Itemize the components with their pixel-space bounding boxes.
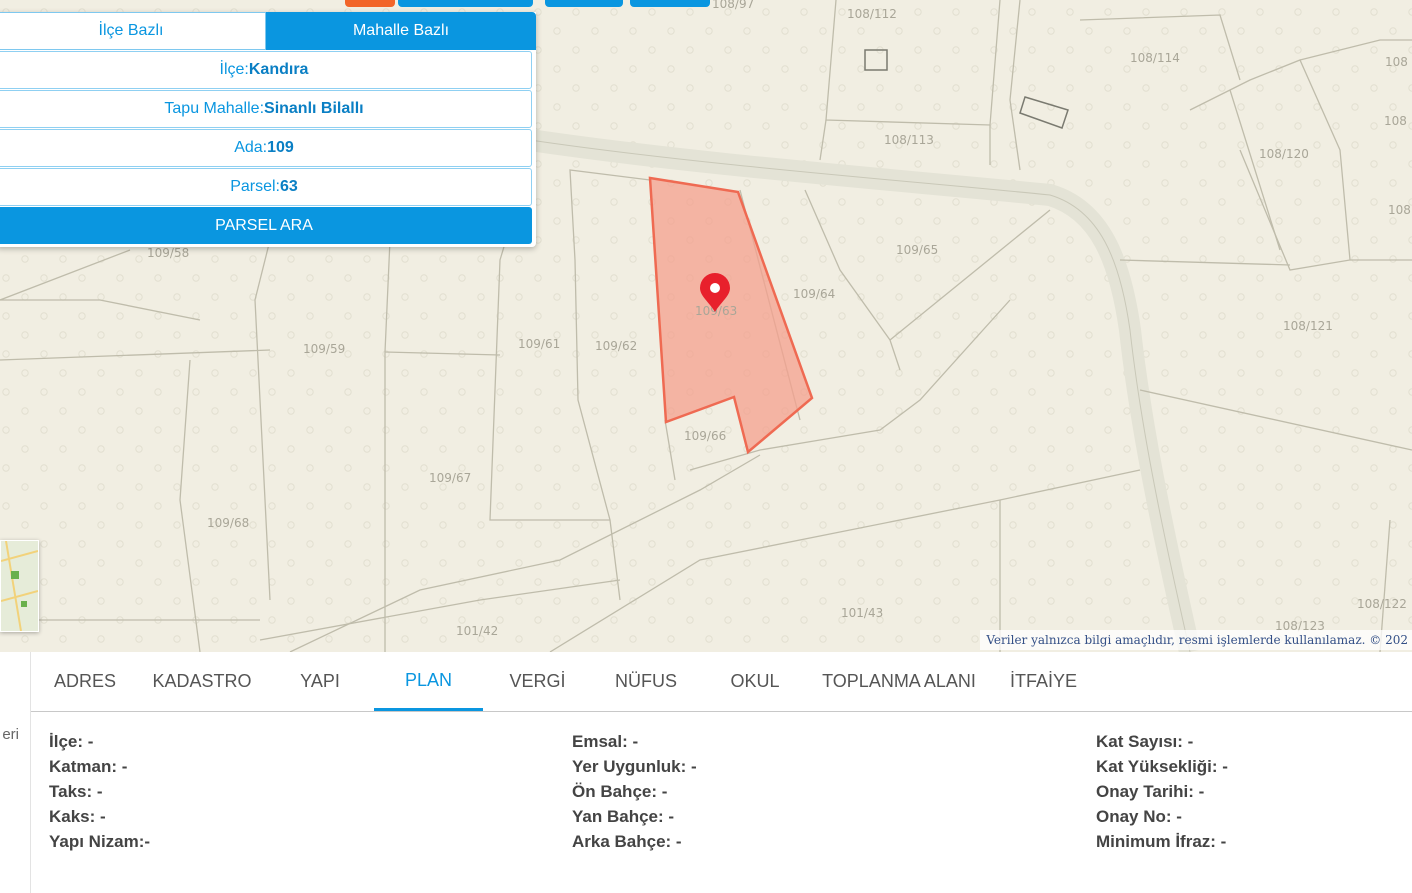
- parcel-label: 109/64: [793, 287, 835, 301]
- minimap[interactable]: [0, 540, 39, 632]
- plan-emsal: Emsal: -: [572, 732, 639, 751]
- plan-yer-uygunluk: Yer Uygunluk: -: [572, 757, 697, 776]
- tab-plan[interactable]: PLAN: [374, 652, 483, 711]
- side-panel-collapsed[interactable]: eri: [0, 652, 31, 893]
- plan-yan-bahce: Yan Bahçe: -: [572, 807, 675, 826]
- toolbar-button[interactable]: [545, 0, 623, 7]
- parcel-label: 108/112: [847, 7, 897, 21]
- parcel-label: 108/122: [1357, 597, 1407, 611]
- plan-yapi-nizam: Yapı Nizam:-: [49, 832, 151, 851]
- parcel-label: 109/61: [518, 337, 560, 351]
- map-attribution: Veriler yalnızca bilgi amaçlıdır, resmi …: [980, 630, 1412, 650]
- tab-itfaiye[interactable]: İTFAİYE: [996, 652, 1091, 711]
- plan-ilce: İlçe: -: [49, 732, 94, 751]
- parcel-label: 108: [1385, 55, 1408, 69]
- parcel-label: 101/43: [841, 606, 883, 620]
- side-panel-text: eri: [2, 726, 19, 743]
- tab-yapi[interactable]: YAPI: [276, 652, 364, 711]
- field-value: 109: [267, 139, 294, 156]
- plan-on-bahce: Ön Bahçe: -: [572, 782, 668, 801]
- info-tabbar: ADRES KADASTRO YAPI PLAN VERGİ NÜFUS OKU…: [31, 652, 1412, 712]
- plan-onay-no: Onay No: -: [1096, 807, 1182, 826]
- parcel-label: 108/97: [712, 0, 754, 11]
- info-section: eri ADRES KADASTRO YAPI PLAN VERGİ NÜFUS…: [0, 652, 1412, 893]
- parcel-label: 109/59: [303, 342, 345, 356]
- ilce-select[interactable]: İlçe: Kandıra: [0, 51, 532, 89]
- parcel-label: 109/67: [429, 471, 471, 485]
- tab-adres[interactable]: ADRES: [41, 652, 129, 711]
- parcel-label: 109/68: [207, 516, 249, 530]
- parcel-label: 109/66: [684, 429, 726, 443]
- parcel-label: 108/113: [884, 133, 934, 147]
- mahalle-select[interactable]: Tapu Mahalle: Sinanlı Bilallı: [0, 90, 532, 128]
- plan-arka-bahce: Arka Bahçe: -: [572, 832, 682, 851]
- parcel-label: 108: [1384, 114, 1407, 128]
- parcel-label: 101/42: [456, 624, 498, 638]
- plan-kat-yuksekligi: Kat Yüksekliği: -: [1096, 757, 1228, 776]
- plan-info-column-3: Kat Sayısı: - Kat Yüksekliği: - Onay Tar…: [1096, 732, 1228, 857]
- parcel-label: 109/58: [147, 246, 189, 260]
- plan-onay-tarihi: Onay Tarihi: -: [1096, 782, 1205, 801]
- parcel-label: 108/120: [1259, 147, 1309, 161]
- plan-kaks: Kaks: -: [49, 807, 106, 826]
- orange-toolbar-button[interactable]: [345, 0, 395, 7]
- parcel-label: 109/65: [896, 243, 938, 257]
- toolbar-button[interactable]: [630, 0, 710, 7]
- field-value: Sinanlı Bilallı: [264, 100, 364, 117]
- plan-info-column-1: İlçe: - Katman: - Taks: - Kaks: - Yapı N…: [49, 732, 150, 857]
- tab-ilce-bazli[interactable]: İlçe Bazlı: [0, 12, 266, 50]
- plan-kat-sayisi: Kat Sayısı: -: [1096, 732, 1194, 751]
- parcel-label: 108/114: [1130, 51, 1180, 65]
- plan-info-column-2: Emsal: - Yer Uygunluk: - Ön Bahçe: - Yan…: [572, 732, 697, 857]
- tab-vergi[interactable]: VERGİ: [491, 652, 584, 711]
- tab-mahalle-bazli[interactable]: Mahalle Bazlı: [266, 12, 536, 50]
- plan-taks: Taks: -: [49, 782, 103, 801]
- tab-okul[interactable]: OKUL: [711, 652, 799, 711]
- toolbar-button[interactable]: [398, 0, 533, 7]
- info-panel: ADRES KADASTRO YAPI PLAN VERGİ NÜFUS OKU…: [31, 652, 1412, 893]
- plan-minimum-ifraz: Minimum İfraz: -: [1096, 832, 1227, 851]
- tab-toplanma-alani[interactable]: TOPLANMA ALANI: [816, 652, 982, 711]
- plan-katman: Katman: -: [49, 757, 128, 776]
- parcel-label: 108/121: [1283, 319, 1333, 333]
- field-label: Ada:: [234, 139, 268, 156]
- parcel-label: 108: [1388, 203, 1411, 217]
- field-value: Kandıra: [248, 61, 309, 78]
- field-label: Tapu Mahalle:: [164, 100, 265, 117]
- parcel-search-panel: İlçe Bazlı Mahalle Bazlı İlçe: Kandıra Ta…: [0, 12, 536, 247]
- parcel-label: 109/62: [595, 339, 637, 353]
- ada-input[interactable]: Ada: 109: [0, 129, 532, 167]
- tab-kadastro[interactable]: KADASTRO: [141, 652, 263, 711]
- field-label: İlçe:: [219, 61, 249, 78]
- field-label: Parsel:: [230, 178, 280, 195]
- field-value: 63: [280, 178, 298, 195]
- tab-nufus[interactable]: NÜFUS: [596, 652, 696, 711]
- parsel-input[interactable]: Parsel: 63: [0, 168, 532, 206]
- parsel-ara-button[interactable]: PARSEL ARA: [0, 207, 532, 244]
